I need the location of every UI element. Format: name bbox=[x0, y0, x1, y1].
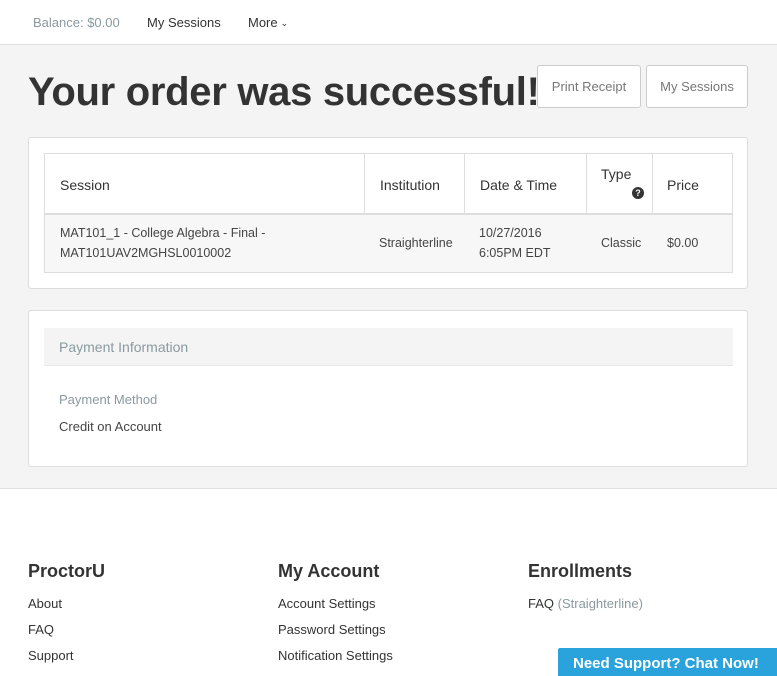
balance-indicator: Balance: $0.00 bbox=[33, 15, 120, 30]
session-name-line2: MAT101UAV2MGHSL0010002 bbox=[60, 246, 232, 260]
footer-link-support[interactable]: Support bbox=[28, 648, 105, 663]
header-institution: Institution bbox=[380, 177, 440, 193]
footer-col-my-account: My Account Account Settings Password Set… bbox=[278, 561, 393, 674]
page-title: Your order was successful! bbox=[28, 70, 540, 114]
footer-link-password-settings[interactable]: Password Settings bbox=[278, 622, 393, 637]
order-table: Session Institution Date & Time Type ? P… bbox=[44, 153, 733, 273]
footer-link-account-settings[interactable]: Account Settings bbox=[278, 596, 393, 611]
footer-title-proctoru: ProctorU bbox=[28, 561, 106, 581]
footer-link-enrollment-faq[interactable]: FAQ (Straighterline) bbox=[528, 596, 643, 611]
order-summary-card: Session Institution Date & Time Type ? P… bbox=[28, 137, 748, 289]
column-divider bbox=[464, 154, 465, 215]
footer-link-about[interactable]: About bbox=[28, 596, 105, 611]
footer-link-faq[interactable]: FAQ bbox=[28, 622, 105, 637]
enrollment-faq-label: FAQ bbox=[528, 596, 555, 611]
price-cell: $0.00 bbox=[667, 236, 699, 250]
my-sessions-button[interactable]: My Sessions bbox=[646, 65, 748, 108]
top-nav: Balance: $0.00 My Sessions More ⌄ bbox=[0, 0, 777, 45]
footer-title-enrollments: Enrollments bbox=[528, 561, 633, 581]
footer-col-proctoru: ProctorU About FAQ Support bbox=[28, 561, 105, 674]
date-cell: 10/27/2016 bbox=[479, 226, 542, 240]
nav-more-label: More bbox=[248, 15, 278, 30]
type-cell: Classic bbox=[601, 236, 642, 250]
header-session: Session bbox=[60, 177, 110, 193]
column-divider bbox=[652, 154, 653, 215]
date-time-cell: 10/27/2016 6:05PM EDT bbox=[479, 223, 551, 263]
footer-title-my-account: My Account bbox=[278, 561, 380, 581]
footer-link-notification-settings[interactable]: Notification Settings bbox=[278, 648, 393, 663]
payment-header-title: Payment Information bbox=[59, 339, 189, 355]
header-type: Type bbox=[601, 166, 632, 182]
print-receipt-button[interactable]: Print Receipt bbox=[537, 65, 641, 108]
institution-cell: Straighterline bbox=[379, 236, 453, 250]
enrollment-institution: (Straighterline) bbox=[557, 596, 643, 611]
nav-my-sessions-link[interactable]: My Sessions bbox=[147, 15, 221, 30]
help-question-icon[interactable]: ? bbox=[632, 187, 644, 199]
column-divider bbox=[364, 154, 365, 215]
header-date-time: Date & Time bbox=[480, 177, 558, 193]
payment-header: Payment Information bbox=[44, 328, 733, 366]
chat-support-button[interactable]: Need Support? Chat Now! bbox=[558, 648, 777, 676]
chevron-down-icon: ⌄ bbox=[280, 18, 289, 28]
time-cell: 6:05PM EDT bbox=[479, 246, 551, 260]
header-price: Price bbox=[667, 177, 699, 193]
main-content: Your order was successful! Print Receipt… bbox=[0, 45, 777, 488]
session-name-line1: MAT101_1 - College Algebra - Final - bbox=[60, 226, 266, 240]
table-header: Session Institution Date & Time Type ? P… bbox=[45, 154, 732, 215]
payment-info-card: Payment Information Payment Method Credi… bbox=[28, 310, 748, 467]
payment-method-label: Payment Method bbox=[59, 392, 158, 407]
table-row: MAT101_1 - College Algebra - Final - MAT… bbox=[45, 215, 732, 272]
session-name: MAT101_1 - College Algebra - Final - MAT… bbox=[60, 223, 265, 263]
payment-method-value: Credit on Account bbox=[59, 419, 162, 434]
nav-more-menu[interactable]: More ⌄ bbox=[248, 15, 288, 30]
footer-col-enrollments: Enrollments FAQ (Straighterline) bbox=[528, 561, 643, 622]
column-divider bbox=[586, 154, 587, 215]
